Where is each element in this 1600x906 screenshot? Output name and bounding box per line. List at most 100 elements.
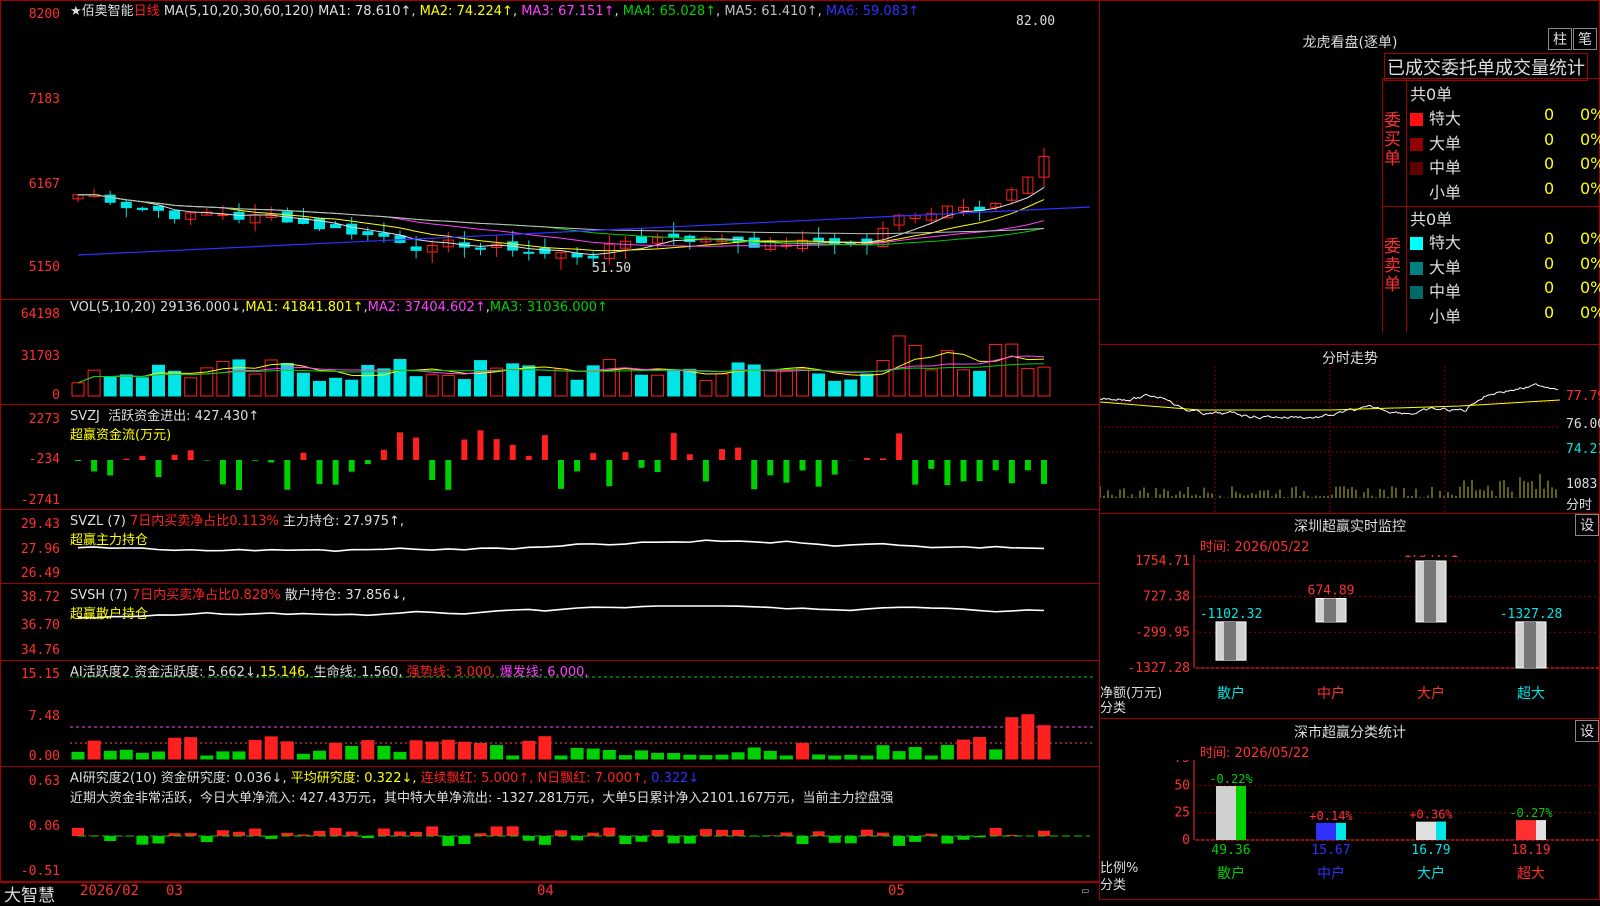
fund-flow-bar: [832, 460, 838, 475]
activity-bar: [507, 756, 519, 759]
volume-bar: [941, 351, 953, 396]
fund-flow-bar: [1041, 460, 1047, 484]
fund-flow-bar: [333, 460, 339, 485]
fund-flow-bar: [317, 460, 323, 484]
activity-bar: [716, 755, 728, 759]
buy-row: 小单00%: [1410, 179, 1600, 203]
volume-bar: [217, 361, 229, 396]
activity-bar: [587, 749, 599, 759]
research-bar: [877, 833, 889, 836]
ai1-tick: 7.48: [0, 709, 60, 724]
buy-row: 中单00%: [1410, 154, 1600, 178]
stat-chart: 7550250-0.22%49.36散户+0.14%15.67中户+0.36%1…: [1100, 760, 1600, 900]
volume-bar: [169, 371, 181, 396]
fund-flow-bar: [622, 452, 628, 460]
legend-swatch: [1410, 237, 1423, 250]
price-tick: 5150: [0, 260, 60, 275]
fund-flow-bar: [478, 430, 484, 460]
research-bar: [861, 830, 873, 836]
research-bar: [619, 836, 631, 844]
research-bar: [941, 836, 953, 844]
stat-settings-button[interactable]: 设: [1575, 720, 1599, 742]
fund-flow-bar: [284, 460, 290, 490]
activity-bar: [909, 748, 921, 759]
activity-bar: [925, 756, 937, 759]
ai2-header: AI研究度2(10) 资金研究度: 0.036↓, 平均研究度: 0.322↓,…: [70, 767, 699, 786]
bar-value-label: 674.89: [1308, 583, 1355, 598]
research-bar: [700, 829, 712, 836]
volume-bar: [877, 361, 889, 396]
legend-swatch: [1410, 187, 1423, 200]
monitor-title: 深圳超赢实时监控: [1250, 516, 1450, 536]
activity-bar: [442, 740, 454, 759]
volume-bar: [394, 359, 406, 396]
activity-bar: [88, 741, 100, 759]
fund-flow-bar: [156, 460, 162, 477]
fund-flow-bar: [397, 432, 403, 460]
ai2-tick: 0.63: [0, 774, 60, 789]
order-type-label: 特大: [1429, 233, 1461, 252]
volume-bar: [732, 363, 744, 396]
buy-row: 特大00%: [1410, 105, 1600, 129]
order-percent: 0%: [1580, 229, 1600, 248]
research-bar: [684, 836, 696, 844]
bar-value-label: -1327.28: [1500, 607, 1563, 622]
lock-icon[interactable]: ▭: [1082, 884, 1089, 897]
research-bar: [636, 836, 648, 842]
research-bar: [571, 836, 583, 840]
research-bar: [346, 832, 358, 836]
intraday-chart[interactable]: [1100, 366, 1600, 514]
fund-flow-bar: [944, 460, 950, 485]
fund-flow-bar: [558, 460, 564, 489]
candlestick: [347, 224, 357, 234]
fund-flow-bar: [510, 445, 516, 460]
volume-bar: [829, 381, 841, 396]
activity-bar: [748, 748, 760, 759]
fund-flow-bar: [864, 458, 870, 460]
fund-flow-bar: [300, 453, 306, 460]
fund-flow-bar: [590, 453, 596, 460]
longhu-divider: [1406, 78, 1407, 332]
activity-bar: [281, 742, 293, 759]
category-label: 大户: [1417, 685, 1445, 702]
vol-header: VOL(5,10,20) 29136.000↓,MA1: 41841.801↑,…: [70, 300, 608, 315]
bar-value-label: -1102.32: [1200, 607, 1263, 622]
bar-mode-button[interactable]: 柱: [1548, 28, 1572, 50]
fund-flow-bar: [912, 460, 918, 485]
research-bar: [249, 829, 261, 836]
low-price-label: 51.50: [592, 261, 631, 276]
change-label: +0.14%: [1309, 809, 1353, 823]
ai1-tick: 0.00: [0, 749, 60, 764]
order-percent: 0%: [1580, 254, 1600, 273]
activity-bar: [136, 753, 148, 759]
ratio-bar-accent: [1436, 822, 1446, 840]
fund-flow-bar: [928, 460, 934, 469]
activity-bar: [700, 756, 712, 759]
research-bar: [893, 836, 905, 846]
tick-mode-button[interactable]: 笔: [1573, 28, 1597, 50]
candlestick: [588, 256, 598, 258]
intraday-tick: 77.79: [1566, 389, 1600, 404]
volume-bar: [249, 374, 261, 396]
research-bar: [909, 836, 921, 842]
research-bar: [829, 836, 841, 843]
volume-bar: [136, 378, 148, 396]
volume-bar: [410, 377, 422, 396]
candlestick: [411, 247, 421, 250]
candlestick: [137, 208, 147, 209]
buy-row: 大单00%: [1410, 130, 1600, 154]
y-tick-label: 50: [1174, 778, 1190, 793]
research-bar: [314, 831, 326, 836]
time-axis-date: 2026/02: [80, 883, 139, 899]
fund-flow-bar: [655, 460, 661, 472]
fund-flow-bar: [703, 460, 709, 481]
volume-bar: [330, 378, 342, 396]
fund-flow-bar: [816, 460, 822, 487]
research-bar: [136, 836, 148, 845]
ai2-tick: 0.06: [0, 819, 60, 834]
price-tick: 6167: [0, 177, 60, 192]
fund-flow-bar: [220, 460, 226, 484]
order-type-label: 小单: [1429, 183, 1461, 202]
research-bar: [668, 836, 680, 843]
monitor-settings-button[interactable]: 设: [1575, 514, 1599, 536]
